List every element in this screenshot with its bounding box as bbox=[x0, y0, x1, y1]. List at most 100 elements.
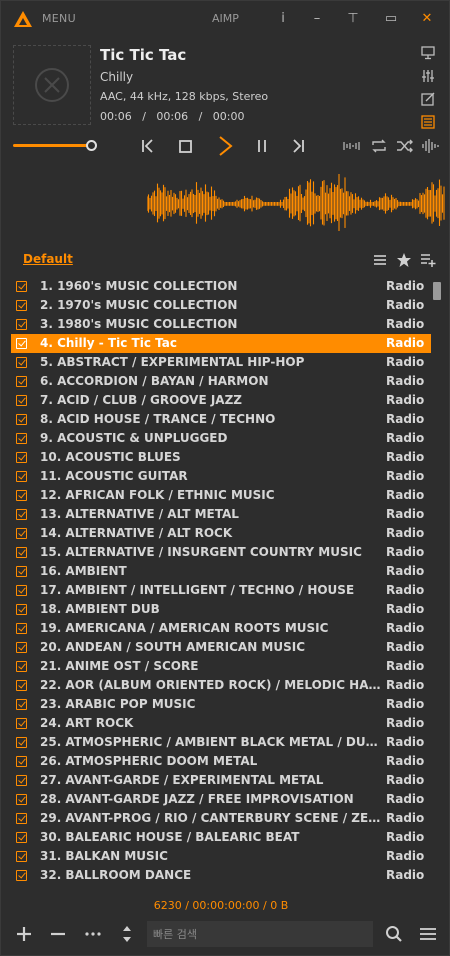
track-checkbox[interactable] bbox=[16, 300, 27, 311]
track-checkbox[interactable] bbox=[16, 775, 27, 786]
track-checkbox[interactable] bbox=[16, 509, 27, 520]
search-icon[interactable] bbox=[385, 925, 403, 943]
track-checkbox[interactable] bbox=[16, 452, 27, 463]
playlist-row[interactable]: 3. 1980's MUSIC COLLECTION Radio bbox=[11, 315, 431, 334]
playlist-row[interactable]: 27. AVANT-GARDE / EXPERIMENTAL METAL Radi… bbox=[11, 771, 431, 790]
visualization-icon[interactable] bbox=[420, 137, 440, 155]
playlist-scrollbar[interactable] bbox=[433, 282, 441, 300]
track-checkbox[interactable] bbox=[16, 870, 27, 881]
more-options-icon[interactable] bbox=[84, 925, 102, 943]
playlist-tab-default[interactable]: Default bbox=[23, 252, 73, 266]
track-checkbox[interactable] bbox=[16, 528, 27, 539]
track-checkbox[interactable] bbox=[16, 490, 27, 501]
monitor-icon[interactable] bbox=[420, 45, 436, 61]
play-icon[interactable] bbox=[214, 135, 236, 157]
stop-icon[interactable] bbox=[174, 135, 196, 157]
track-checkbox[interactable] bbox=[16, 547, 27, 558]
sort-icon[interactable] bbox=[118, 925, 136, 943]
track-checkbox[interactable] bbox=[16, 281, 27, 292]
seek-handle[interactable] bbox=[86, 140, 97, 151]
album-cover[interactable] bbox=[13, 45, 91, 125]
playlist-row[interactable]: 1. 1960's MUSIC COLLECTION Radio bbox=[11, 277, 431, 296]
playlist-row[interactable]: 5. ABSTRACT / EXPERIMENTAL HIP-HOP Radio bbox=[11, 353, 431, 372]
playlist-options-menu-icon[interactable] bbox=[419, 925, 437, 943]
playlist-row[interactable]: 8. ACID HOUSE / TRANCE / TECHNO Radio bbox=[11, 410, 431, 429]
next-track-icon[interactable] bbox=[287, 135, 309, 157]
playlist-row[interactable]: 4. Chilly - Tic Tic Tac Radio bbox=[11, 334, 431, 353]
maximize-button[interactable]: ▭ bbox=[381, 9, 401, 29]
track-checkbox[interactable] bbox=[16, 471, 27, 482]
playlist-row[interactable]: 10. ACOUSTIC BLUES Radio bbox=[11, 448, 431, 467]
track-checkbox[interactable] bbox=[16, 699, 27, 710]
favorites-star-icon[interactable] bbox=[396, 252, 412, 268]
playlist-row[interactable]: 2. 1970's MUSIC COLLECTION Radio bbox=[11, 296, 431, 315]
track-checkbox[interactable] bbox=[16, 357, 27, 368]
track-checkbox[interactable] bbox=[16, 319, 27, 330]
playlist-row[interactable]: 23. ARABIC POP MUSIC Radio bbox=[11, 695, 431, 714]
pause-icon[interactable] bbox=[251, 135, 273, 157]
track-checkbox[interactable] bbox=[16, 832, 27, 843]
track-checkbox[interactable] bbox=[16, 623, 27, 634]
playlist-row[interactable]: 6. ACCORDION / BAYAN / HARMON Radio bbox=[11, 372, 431, 391]
playlist-row[interactable]: 19. AMERICANA / AMERICAN ROOTS MUSIC Radi… bbox=[11, 619, 431, 638]
track-checkbox[interactable] bbox=[16, 718, 27, 729]
track-checkbox[interactable] bbox=[16, 414, 27, 425]
playlist-row[interactable]: 30. BALEARIC HOUSE / BALEARIC BEAT Radio bbox=[11, 828, 431, 847]
playlist-row[interactable]: 20. ANDEAN / SOUTH AMERICAN MUSIC Radio bbox=[11, 638, 431, 657]
track-checkbox[interactable] bbox=[16, 813, 27, 824]
add-playlist-icon[interactable] bbox=[420, 252, 436, 268]
playlist-row[interactable]: 29. AVANT-PROG / RIO / CANTERBURY SCENE … bbox=[11, 809, 431, 828]
track-checkbox[interactable] bbox=[16, 376, 27, 387]
quick-search-input[interactable] bbox=[147, 921, 373, 947]
edit-tags-icon[interactable] bbox=[420, 91, 436, 107]
track-checkbox[interactable] bbox=[16, 851, 27, 862]
playlist-row[interactable]: 13. ALTERNATIVE / ALT METAL Radio bbox=[11, 505, 431, 524]
track-checkbox[interactable] bbox=[16, 395, 27, 406]
playlist-row[interactable]: 12. AFRICAN FOLK / ETHNIC MUSIC Radio bbox=[11, 486, 431, 505]
playlist-row[interactable]: 32. BALLROOM DANCE Radio bbox=[11, 866, 431, 885]
track-checkbox[interactable] bbox=[16, 338, 27, 349]
menu-button[interactable]: MENU bbox=[42, 12, 76, 25]
close-button[interactable]: ✕ bbox=[417, 9, 437, 29]
track-checkbox[interactable] bbox=[16, 661, 27, 672]
playlist-row[interactable]: 26. ATMOSPHERIC DOOM METAL Radio bbox=[11, 752, 431, 771]
add-files-icon[interactable] bbox=[15, 925, 33, 943]
previous-track-icon[interactable] bbox=[137, 135, 159, 157]
track-checkbox[interactable] bbox=[16, 585, 27, 596]
playlist-row[interactable]: 31. BALKAN MUSIC Radio bbox=[11, 847, 431, 866]
playlist-row[interactable]: 7. ACID / CLUB / GROOVE JAZZ Radio bbox=[11, 391, 431, 410]
waveform-display[interactable] bbox=[147, 173, 445, 235]
repeat-icon[interactable] bbox=[369, 137, 389, 155]
playlist-row[interactable]: 25. ATMOSPHERIC / AMBIENT BLACK METAL / … bbox=[11, 733, 431, 752]
ab-repeat-icon[interactable] bbox=[342, 137, 362, 155]
playlist-row[interactable]: 9. ACOUSTIC & UNPLUGGED Radio bbox=[11, 429, 431, 448]
info-button[interactable]: i bbox=[273, 9, 293, 29]
track-checkbox[interactable] bbox=[16, 794, 27, 805]
playlist-row[interactable]: 15. ALTERNATIVE / INSURGENT COUNTRY MUSI… bbox=[11, 543, 431, 562]
track-checkbox[interactable] bbox=[16, 737, 27, 748]
playlist-view-icon[interactable] bbox=[420, 114, 436, 130]
track-checkbox[interactable] bbox=[16, 433, 27, 444]
equalizer-icon[interactable] bbox=[420, 68, 436, 84]
seek-bar[interactable] bbox=[13, 144, 93, 147]
track-checkbox[interactable] bbox=[16, 642, 27, 653]
track-checkbox[interactable] bbox=[16, 566, 27, 577]
playlist-row[interactable]: 14. ALTERNATIVE / ALT ROCK Radio bbox=[11, 524, 431, 543]
aimp-logo-icon[interactable] bbox=[13, 10, 33, 28]
playlist-row[interactable]: 17. AMBIENT / INTELLIGENT / TECHNO / HOU… bbox=[11, 581, 431, 600]
track-checkbox[interactable] bbox=[16, 756, 27, 767]
playlist-row[interactable]: 28. AVANT-GARDE JAZZ / FREE IMPROVISATIO… bbox=[11, 790, 431, 809]
playlist-row[interactable]: 11. ACOUSTIC GUITAR Radio bbox=[11, 467, 431, 486]
playlist-row[interactable]: 21. ANIME OST / SCORE Radio bbox=[11, 657, 431, 676]
playlist-menu-icon[interactable] bbox=[372, 252, 388, 268]
playlist-row[interactable]: 22. AOR (ALBUM ORIENTED ROCK) / MELODIC … bbox=[11, 676, 431, 695]
minimize-button[interactable]: – bbox=[307, 9, 327, 29]
playlist-row[interactable]: 24. ART ROCK Radio bbox=[11, 714, 431, 733]
track-checkbox[interactable] bbox=[16, 680, 27, 691]
remove-files-icon[interactable] bbox=[49, 925, 67, 943]
playlist-row[interactable]: 18. AMBIENT DUB Radio bbox=[11, 600, 431, 619]
playlist-row[interactable]: 16. AMBIENT Radio bbox=[11, 562, 431, 581]
shuffle-icon[interactable] bbox=[395, 137, 415, 155]
track-checkbox[interactable] bbox=[16, 604, 27, 615]
pin-button[interactable]: ⊤ bbox=[343, 9, 363, 29]
